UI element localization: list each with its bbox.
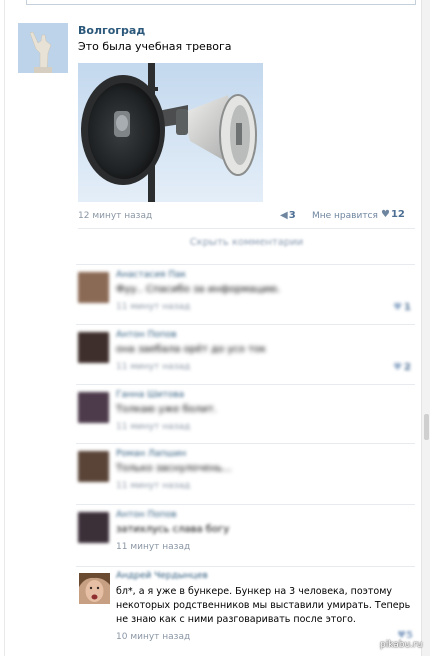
left-border bbox=[4, 0, 5, 656]
comment-author[interactable]: Роман Лапшин bbox=[116, 449, 186, 459]
comment-text: бл*, а я уже в бункере. Бункер на 3 чело… bbox=[116, 586, 411, 625]
scrollbar-thumb[interactable] bbox=[424, 414, 429, 440]
post-timestamp[interactable]: 12 минут назад bbox=[78, 211, 155, 221]
divider bbox=[76, 324, 415, 325]
comment-time[interactable]: 10 минут назад bbox=[116, 632, 190, 642]
like-count: 12 bbox=[390, 209, 405, 220]
comment-item: Анастасия Пак Фуу.. Спасибо за информаци… bbox=[74, 264, 415, 322]
comment-avatar[interactable] bbox=[78, 451, 109, 482]
divider bbox=[76, 264, 415, 265]
comment-item: Антон Попов затихлусь слава богу 11 мину… bbox=[74, 504, 415, 562]
top-input-box bbox=[26, 0, 416, 5]
comment-time[interactable]: 11 минут назад bbox=[116, 422, 190, 432]
comment-author[interactable]: Андрей Чердынцев bbox=[116, 571, 208, 581]
comment-item: Антон Попов она заебала орёт до усо ток … bbox=[74, 324, 415, 382]
share-button[interactable]: ◀3 bbox=[280, 210, 296, 221]
comment-item: Ганна Шитова Толкаю уже болит. 11 минут … bbox=[74, 384, 415, 442]
comment-author[interactable]: Ганна Шитова bbox=[116, 390, 184, 400]
post-author-avatar[interactable] bbox=[18, 23, 68, 73]
comment-item: Роман Лапшин Только заснулочень... 11 ми… bbox=[74, 443, 415, 501]
divider bbox=[76, 504, 415, 505]
comment-author[interactable]: Антон Попов bbox=[116, 330, 177, 340]
pikabu-watermark: pikabu.ru bbox=[380, 640, 423, 650]
comment-text: Фуу.. Спасибо за информацию. bbox=[116, 284, 281, 295]
comment-text: Толкаю уже болит. bbox=[116, 404, 217, 415]
comment-like[interactable]: ♥ 2 bbox=[393, 362, 411, 373]
comment-avatar[interactable] bbox=[79, 573, 110, 604]
comment-text: Только заснулочень... bbox=[116, 463, 232, 474]
comment-text: она заебала орёт до усо ток bbox=[116, 344, 267, 355]
divider bbox=[76, 443, 415, 444]
comment-time[interactable]: 11 минут назад bbox=[116, 542, 190, 552]
like-button[interactable]: Мне нравится bbox=[312, 211, 378, 221]
comment-avatar[interactable] bbox=[78, 272, 109, 303]
megaphone-icon: ◀ bbox=[280, 210, 288, 221]
comment-author[interactable]: Анастасия Пак bbox=[116, 270, 186, 280]
post-image-sirens[interactable] bbox=[78, 63, 263, 202]
post-author-name[interactable]: Волгоград bbox=[78, 24, 145, 37]
comment-time[interactable]: 11 минут назад bbox=[116, 362, 190, 372]
comment-avatar[interactable] bbox=[78, 332, 109, 363]
divider bbox=[78, 228, 415, 229]
comment-item-highlighted: Андрей Чердынцев бл*, а я уже в бункере.… bbox=[74, 566, 415, 656]
comment-time[interactable]: 11 минут назад bbox=[116, 481, 190, 491]
divider bbox=[76, 384, 415, 385]
divider bbox=[76, 566, 415, 567]
comment-avatar[interactable] bbox=[78, 512, 109, 543]
heart-icon: ♥ bbox=[381, 209, 390, 220]
comment-author[interactable]: Антон Попов bbox=[116, 510, 177, 520]
share-count: 3 bbox=[288, 210, 296, 221]
comment-text: затихлусь слава богу bbox=[116, 524, 230, 535]
comment-avatar[interactable] bbox=[78, 392, 109, 423]
comment-time[interactable]: 11 минут назад bbox=[116, 302, 190, 312]
scrollbar[interactable] bbox=[421, 0, 430, 656]
like-counter[interactable]: ♥12 bbox=[381, 209, 405, 220]
comment-like[interactable]: ♥ 1 bbox=[393, 302, 411, 313]
hide-comments-link[interactable]: Скрыть комментарии bbox=[78, 237, 415, 248]
post-text: Это была учебная тревога bbox=[78, 40, 232, 53]
